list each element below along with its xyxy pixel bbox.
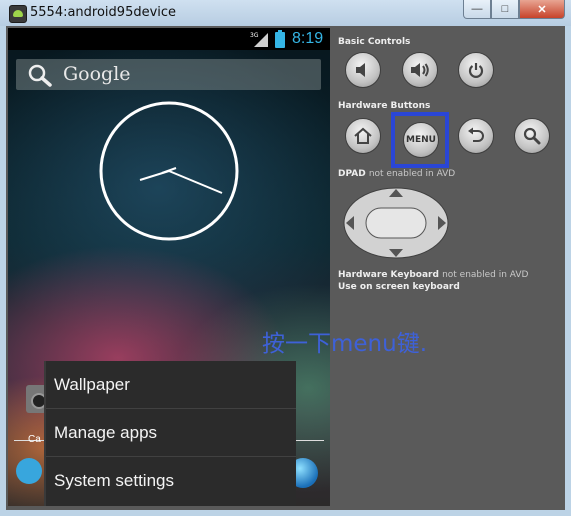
maximize-button[interactable]: □	[491, 0, 519, 19]
google-search-label: Google	[63, 63, 131, 85]
instruction-annotation: 按一下menu键.	[262, 331, 428, 357]
options-menu: Wallpaper Manage apps System settings	[44, 361, 296, 506]
dpad-title: DPAD	[338, 169, 366, 179]
hardware-keyboard-label: Hardware Keyboard not enabled in AVD	[338, 270, 528, 280]
minimize-button[interactable]: —	[463, 0, 491, 19]
window-title: 5554:android95device	[30, 5, 177, 20]
home-button[interactable]	[345, 118, 381, 154]
back-button[interactable]	[458, 118, 494, 154]
status-time: 8:19	[292, 30, 324, 47]
search-icon	[28, 64, 52, 87]
status-bar: 3G 8:19	[8, 28, 330, 50]
dpad-note: not enabled in AVD	[368, 169, 456, 179]
android-app-icon	[9, 5, 27, 23]
volume-up-button[interactable]	[402, 52, 438, 88]
power-button[interactable]	[458, 52, 494, 88]
menu-item-wallpaper[interactable]: Wallpaper	[46, 361, 296, 409]
dock-app-label: Ca	[28, 434, 41, 445]
hardware-buttons-label: Hardware Buttons	[338, 101, 431, 111]
dpad-label: DPAD not enabled in AVD	[338, 169, 455, 179]
hardware-keyboard-note: not enabled in AVD	[442, 270, 529, 280]
volume-down-button[interactable]	[345, 52, 381, 88]
menu-button-highlight: MENU	[391, 112, 449, 168]
menu-button[interactable]: MENU	[403, 122, 439, 158]
close-button[interactable]: ✕	[519, 0, 565, 19]
analog-clock-widget[interactable]	[98, 100, 240, 242]
device-screen[interactable]: 3G 8:19 Google Ca Wallpaper Manage apps …	[8, 28, 330, 506]
clock-minute-hand	[168, 170, 223, 194]
volume-down-icon	[356, 63, 365, 77]
network-type-label: 3G	[250, 32, 259, 39]
window-controls: — □ ✕	[463, 0, 565, 19]
dpad-center-button[interactable]	[365, 207, 427, 239]
hardware-keyboard-title: Hardware Keyboard	[338, 270, 439, 280]
menu-button-label: MENU	[406, 135, 436, 145]
dpad-control[interactable]	[342, 186, 450, 260]
signal-icon: 3G	[250, 32, 268, 47]
menu-item-system-settings[interactable]: System settings	[46, 457, 296, 505]
power-icon	[468, 63, 484, 78]
menu-item-manage-apps[interactable]: Manage apps	[46, 409, 296, 457]
emulator-controls-panel: Basic Controls Hardware Buttons DPAD not…	[330, 28, 565, 506]
search-key-icon	[523, 127, 541, 145]
phone-app-icon[interactable]	[16, 458, 42, 484]
back-icon	[468, 127, 484, 142]
home-icon	[354, 127, 372, 144]
volume-up-icon	[411, 63, 429, 77]
onscreen-keyboard-toggle[interactable]: Use on screen keyboard	[338, 282, 460, 292]
window-titlebar[interactable]: 5554:android95device — □ ✕	[0, 0, 571, 26]
search-button[interactable]	[514, 118, 550, 154]
basic-controls-label: Basic Controls	[338, 37, 411, 47]
google-search-bar[interactable]: Google	[16, 59, 321, 90]
battery-icon	[275, 30, 285, 48]
